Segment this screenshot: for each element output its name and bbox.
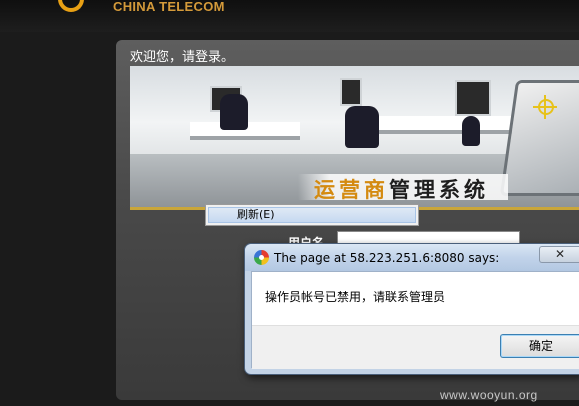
brand-name: CHINA TELECOM (113, 0, 225, 14)
chrome-icon (254, 250, 269, 265)
banner-title: 运营商管理系统 (314, 174, 489, 204)
watermark: www.wooyun.org (440, 388, 538, 402)
brand-header: CHINA TELECOM (0, 0, 579, 32)
banner-title-accent: 运营商 (314, 178, 389, 202)
welcome-text: 欢迎您，请登录。 (130, 50, 235, 65)
chair-shape (220, 94, 248, 130)
context-menu-item-refresh[interactable]: 刷新(E) (208, 207, 416, 223)
alert-titlebar: The page at 58.223.251.6:8080 says: ✕ (245, 244, 579, 271)
monitor-shape (455, 80, 491, 116)
ok-button[interactable]: 确定 (500, 334, 579, 358)
close-button[interactable]: ✕ (539, 246, 579, 263)
chair-shape (345, 106, 379, 148)
laptop-shape (499, 80, 579, 196)
alert-message: 操作员帐号已禁用，请联系管理员 (265, 290, 446, 304)
desk-shape (370, 116, 530, 134)
chair-shape (462, 116, 480, 146)
china-telecom-logo-icon (58, 0, 84, 12)
crosshair-icon (538, 99, 554, 115)
alert-dialog: The page at 58.223.251.6:8080 says: ✕ 操作… (244, 243, 579, 375)
banner-title-rest: 管理系统 (389, 178, 489, 202)
alert-title: The page at 58.223.251.6:8080 says: (274, 251, 500, 265)
context-menu: 刷新(E) (205, 204, 419, 226)
monitor-shape (340, 78, 362, 106)
alert-body: 操作员帐号已禁用，请联系管理员 确定 (251, 271, 579, 369)
banner-image: 运营商管理系统 (130, 66, 579, 210)
alert-button-bar: 确定 (252, 325, 579, 369)
